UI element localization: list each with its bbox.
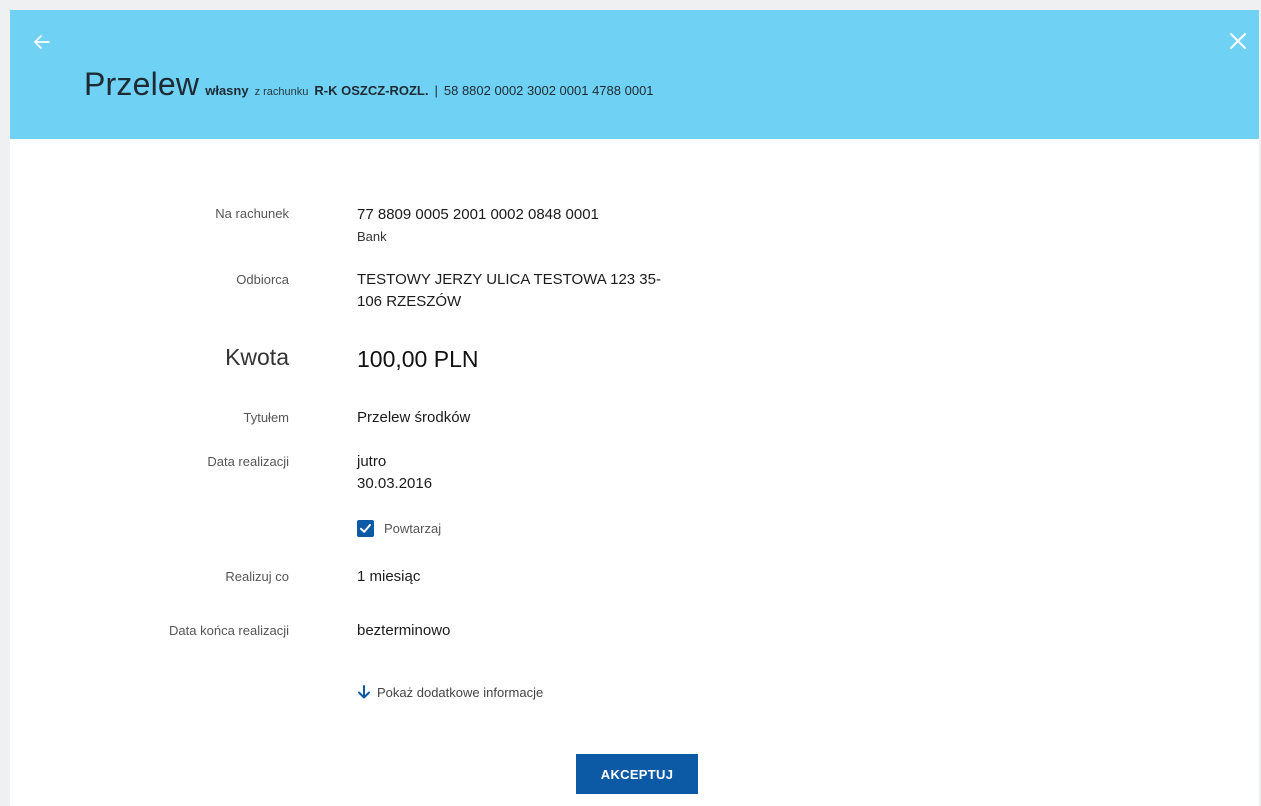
value-tytulem: Przelew środków bbox=[357, 409, 471, 426]
bank-name: Bank bbox=[357, 229, 387, 244]
label-data-konca: Data końca realizacji bbox=[169, 623, 289, 638]
repeat-checkbox-label[interactable]: Powtarzaj bbox=[384, 521, 441, 536]
title-main: Przelew bbox=[84, 66, 200, 102]
dialog-header: Przelew własny z rachunku R-K OSZCZ-ROZL… bbox=[10, 10, 1259, 139]
dialog-title: Przelew własny z rachunku R-K OSZCZ-ROZL… bbox=[84, 66, 654, 103]
title-transfer-type: własny bbox=[205, 83, 249, 98]
value-realizuj-co: 1 miesiąc bbox=[357, 568, 421, 585]
value-na-rachunek: 77 8809 0005 2001 0002 0848 0001 Bank bbox=[357, 204, 599, 248]
title-from-label: z rachunku bbox=[254, 86, 309, 98]
label-odbiorca: Odbiorca bbox=[236, 272, 289, 287]
arrow-down-icon bbox=[358, 685, 370, 699]
recipient-line1: TESTOWY JERZY ULICA TESTOWA 123 35- bbox=[357, 271, 661, 288]
account-number: 77 8809 0005 2001 0002 0848 0001 bbox=[357, 206, 599, 223]
checkmark-icon bbox=[360, 524, 371, 533]
accept-button[interactable]: AKCEPTUJ bbox=[576, 754, 698, 794]
date-absolute: 30.03.2016 bbox=[357, 475, 433, 492]
show-more-info-link[interactable]: Pokaż dodatkowe informacje bbox=[357, 684, 543, 700]
transfer-dialog: Przelew własny z rachunku R-K OSZCZ-ROZL… bbox=[10, 10, 1259, 806]
label-data-realizacji: Data realizacji bbox=[207, 454, 289, 469]
label-kwota: Kwota bbox=[225, 344, 289, 370]
value-odbiorca: TESTOWY JERZY ULICA TESTOWA 123 35- 106 … bbox=[357, 269, 661, 313]
value-data-realizacji: jutro 30.03.2016 bbox=[357, 451, 432, 495]
label-na-rachunek: Na rachunek bbox=[215, 206, 289, 221]
close-icon[interactable] bbox=[1227, 30, 1249, 52]
show-more-info-label[interactable]: Pokaż dodatkowe informacje bbox=[377, 685, 543, 700]
value-data-konca: bezterminowo bbox=[357, 622, 451, 639]
recipient-line2: 106 RZESZÓW bbox=[357, 293, 462, 310]
back-arrow-icon[interactable] bbox=[30, 30, 54, 54]
title-account-name: R-K OSZCZ-ROZL. bbox=[314, 83, 429, 98]
value-kwota: 100,00 PLN bbox=[357, 346, 479, 372]
title-separator: | bbox=[434, 83, 438, 98]
repeat-checkbox[interactable] bbox=[357, 520, 374, 537]
label-tytulem: Tytułem bbox=[243, 410, 289, 425]
label-realizuj-co: Realizuj co bbox=[225, 569, 289, 584]
date-relative: jutro bbox=[357, 453, 387, 470]
title-account-number: 58 8802 0002 3002 0001 4788 0001 bbox=[443, 83, 654, 98]
repeat-checkbox-row[interactable]: Powtarzaj bbox=[357, 520, 441, 537]
